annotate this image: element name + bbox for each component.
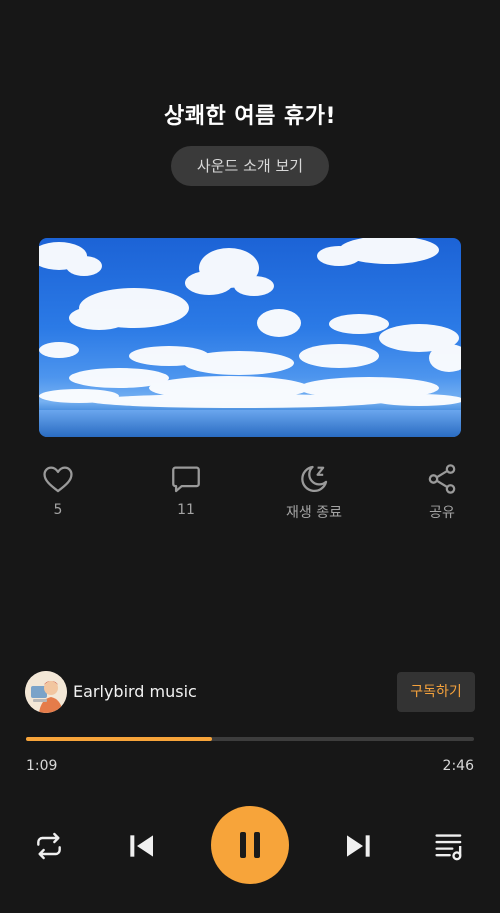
channel-name[interactable]: Earlybird music [73, 671, 197, 713]
sleep-timer-label: 재생 종료 [286, 505, 342, 521]
sky-clouds-image [39, 238, 461, 437]
channel-row: Earlybird music 구독하기 [25, 671, 475, 713]
pause-icon [240, 832, 260, 858]
progress-bar[interactable] [26, 737, 474, 741]
playback-controls [0, 806, 500, 886]
skip-next-icon [347, 835, 370, 857]
skip-previous-icon [130, 835, 153, 857]
share-label: 공유 [429, 505, 455, 521]
avatar-illustration-icon [25, 671, 67, 713]
repeat-icon [37, 832, 61, 860]
action-bar: 5 11 재생 종료 공유 [0, 462, 500, 532]
cover-image [39, 238, 461, 437]
channel-avatar[interactable] [25, 671, 67, 713]
previous-button[interactable] [126, 830, 156, 866]
sleep-timer-icon [301, 465, 328, 492]
playlist-button[interactable] [434, 830, 468, 866]
sound-intro-button[interactable]: 사운드 소개 보기 [171, 146, 329, 186]
comment-action[interactable]: 11 [136, 462, 236, 518]
like-action[interactable]: 5 [8, 462, 108, 518]
page-title: 상쾌한 여름 휴가! [163, 104, 337, 129]
pause-button[interactable] [211, 806, 289, 884]
comment-count: 11 [177, 502, 195, 518]
subscribe-button[interactable]: 구독하기 [397, 672, 475, 712]
total-duration: 2:46 [442, 758, 474, 774]
repeat-button[interactable] [33, 830, 65, 866]
comment-icon [172, 466, 200, 493]
heart-icon [43, 466, 73, 493]
sleep-timer-action[interactable]: 재생 종료 [264, 462, 364, 522]
next-button[interactable] [344, 830, 374, 866]
elapsed-time: 1:09 [26, 758, 58, 774]
share-icon [428, 464, 456, 494]
share-action[interactable]: 공유 [392, 462, 492, 522]
like-count: 5 [53, 502, 63, 518]
progress-fill [26, 737, 212, 741]
playlist-icon [435, 834, 462, 861]
